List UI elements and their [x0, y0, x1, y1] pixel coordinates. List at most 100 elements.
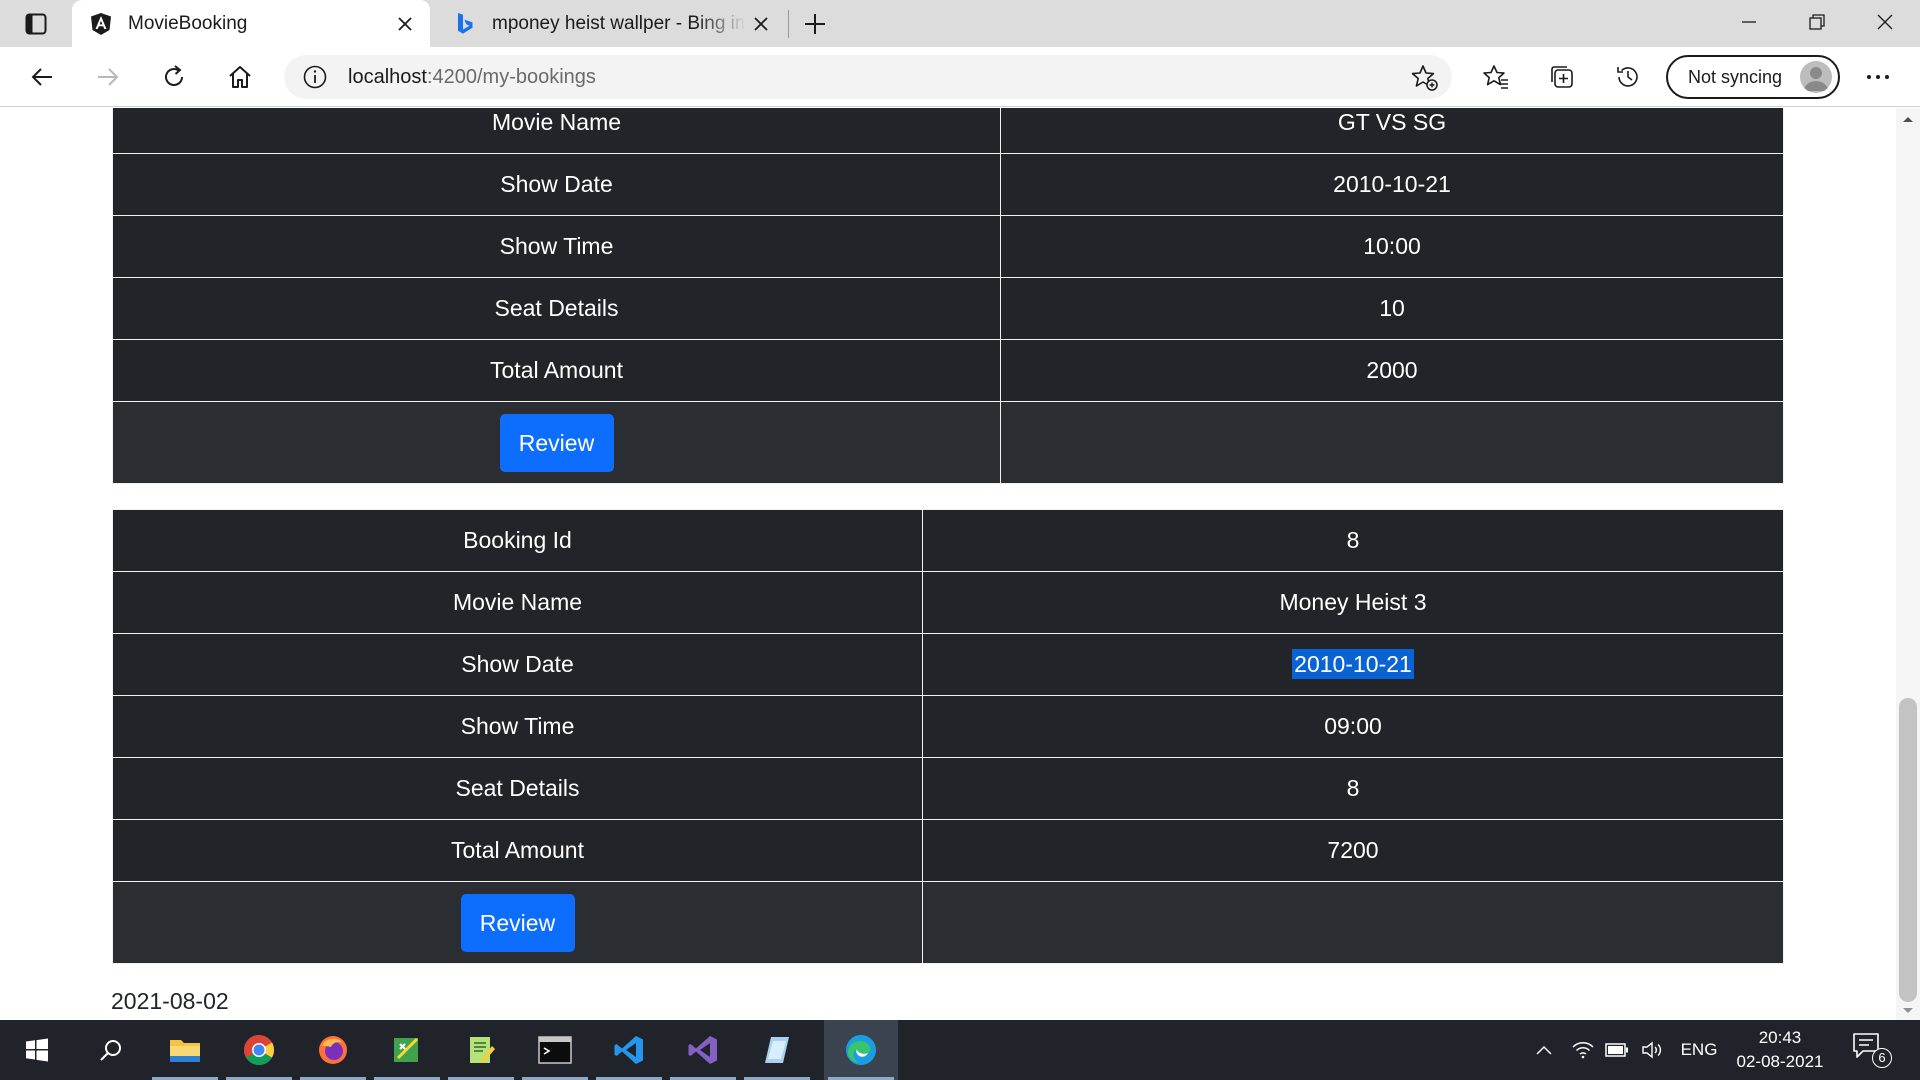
- url-host: localhost: [348, 66, 427, 88]
- speaker-icon: [1642, 1041, 1662, 1059]
- taskbar-visual-studio[interactable]: [666, 1020, 740, 1080]
- tab-moviebooking[interactable]: MovieBooking: [72, 0, 430, 47]
- tab-bing-images[interactable]: mponey heist wallper - Bing ima: [436, 0, 786, 47]
- taskbar-vscode[interactable]: [592, 1020, 666, 1080]
- scrollbar-thumb[interactable]: [1899, 698, 1917, 1002]
- terminal-icon: [538, 1036, 572, 1064]
- settings-more-button[interactable]: [1856, 57, 1900, 97]
- table-row: Review: [112, 881, 1784, 964]
- table-row: Total Amount 7200: [112, 819, 1784, 882]
- close-icon: [398, 16, 412, 31]
- table-row: Show Time 09:00: [112, 695, 1784, 758]
- chevron-up-icon: [1536, 1045, 1552, 1055]
- footer-date: 2021-08-02: [111, 988, 229, 1014]
- home-button[interactable]: [218, 57, 262, 97]
- close-tab-button[interactable]: [746, 9, 776, 39]
- url-text[interactable]: localhost:4200/my-bookings: [348, 55, 596, 99]
- firefox-icon: [319, 1036, 347, 1064]
- table-row: Movie Name Money Heist 3: [112, 571, 1784, 634]
- favorites-icon: [1483, 65, 1508, 89]
- wifi-icon: [1572, 1042, 1594, 1059]
- taskbar-green-app[interactable]: [370, 1020, 444, 1080]
- show-hidden-icons-button[interactable]: [1530, 1020, 1558, 1080]
- minimize-button[interactable]: [1714, 0, 1784, 44]
- network-button[interactable]: [1568, 1020, 1598, 1080]
- azure-data-studio-icon: [765, 1037, 789, 1063]
- language-indicator[interactable]: ENG: [1676, 1020, 1722, 1080]
- taskbar-firefox[interactable]: [296, 1020, 370, 1080]
- edge-icon: [846, 1035, 876, 1065]
- taskbar-file-explorer[interactable]: [148, 1020, 222, 1080]
- new-tab-button[interactable]: [798, 8, 832, 40]
- close-tab-button[interactable]: [390, 9, 420, 39]
- row-value: 10:00: [1000, 215, 1784, 278]
- scroll-up-icon[interactable]: [1900, 114, 1916, 124]
- collections-button[interactable]: [1540, 57, 1584, 97]
- table-row: Show Date 2010-10-21: [112, 633, 1784, 696]
- scroll-down-icon[interactable]: [1900, 1006, 1916, 1016]
- tab-separator: [788, 10, 789, 38]
- taskbar-edge[interactable]: [824, 1020, 898, 1080]
- clock-time: 20:43: [1758, 1028, 1802, 1047]
- row-value: 8: [922, 757, 1784, 820]
- address-bar[interactable]: localhost:4200/my-bookings: [284, 55, 1452, 99]
- notepad-plus-icon: [470, 1037, 495, 1063]
- restore-button[interactable]: [1782, 0, 1852, 44]
- battery-button[interactable]: [1602, 1020, 1632, 1080]
- row-value: 7200: [922, 819, 1784, 882]
- vertical-scrollbar[interactable]: [1896, 108, 1920, 1020]
- back-button[interactable]: [20, 57, 64, 97]
- empty-cell: [1000, 401, 1784, 484]
- table-row: Show Date 2010-10-21: [112, 153, 1784, 216]
- add-favorite-icon[interactable]: [1410, 63, 1440, 93]
- table-row: Booking Id 8: [112, 509, 1784, 572]
- start-button[interactable]: [0, 1020, 74, 1080]
- taskbar-terminal[interactable]: [518, 1020, 592, 1080]
- arrow-left-icon: [31, 68, 52, 86]
- close-icon: [1877, 14, 1893, 30]
- site-info-icon[interactable]: [302, 64, 328, 90]
- empty-cell: [922, 881, 1784, 964]
- more-dots-icon: [1867, 75, 1889, 79]
- search-button[interactable]: [74, 1020, 148, 1080]
- url-path: :4200/my-bookings: [426, 66, 596, 88]
- row-label: Total Amount: [112, 339, 1001, 402]
- profile-sync-button[interactable]: Not syncing: [1666, 55, 1840, 99]
- search-icon: [100, 1040, 121, 1061]
- taskbar-clock[interactable]: 20:43 02-08-2021: [1725, 1026, 1835, 1074]
- table-row: Total Amount 2000: [112, 339, 1784, 402]
- row-label: Show Time: [112, 215, 1001, 278]
- row-value: 10: [1000, 277, 1784, 340]
- favorites-button[interactable]: [1474, 57, 1518, 97]
- taskbar-notepad-plus[interactable]: [444, 1020, 518, 1080]
- taskbar-chrome[interactable]: [222, 1020, 296, 1080]
- row-value: 8: [922, 509, 1784, 572]
- table-row: Seat Details 8: [112, 757, 1784, 820]
- selected-text[interactable]: 2010-10-21: [1292, 649, 1414, 679]
- close-window-button[interactable]: [1850, 0, 1920, 44]
- refresh-button[interactable]: [152, 57, 196, 97]
- row-label: Show Date: [112, 153, 1001, 216]
- row-label: Seat Details: [112, 277, 1001, 340]
- windows-taskbar: ENG 20:43 02-08-2021 6: [0, 1020, 1920, 1080]
- sync-status-label: Not syncing: [1688, 66, 1783, 87]
- navigation-toolbar: localhost:4200/my-bookings Not syncing: [0, 47, 1920, 107]
- row-value: GT VS SG: [1000, 108, 1784, 154]
- visual-studio-icon: [688, 1036, 717, 1064]
- forward-button[interactable]: [86, 57, 130, 97]
- page-viewport: Movie Name GT VS SG Show Date 2010-10-21…: [0, 108, 1896, 1020]
- angular-icon: [88, 11, 114, 37]
- taskbar-azure-data-studio[interactable]: [740, 1020, 814, 1080]
- row-value: 2010-10-21: [1000, 153, 1784, 216]
- table-row: Show Time 10:00: [112, 215, 1784, 278]
- restore-icon: [1809, 14, 1825, 30]
- action-center-button[interactable]: 6: [1852, 1032, 1892, 1072]
- booking-table: Movie Name GT VS SG Show Date 2010-10-21…: [112, 108, 1784, 484]
- review-button[interactable]: Review: [499, 413, 614, 472]
- volume-button[interactable]: [1638, 1020, 1668, 1080]
- review-button[interactable]: Review: [460, 893, 575, 952]
- row-value: 09:00: [922, 695, 1784, 758]
- minimize-icon: [1742, 21, 1756, 23]
- history-button[interactable]: [1606, 57, 1650, 97]
- tab-actions-button[interactable]: [14, 10, 58, 38]
